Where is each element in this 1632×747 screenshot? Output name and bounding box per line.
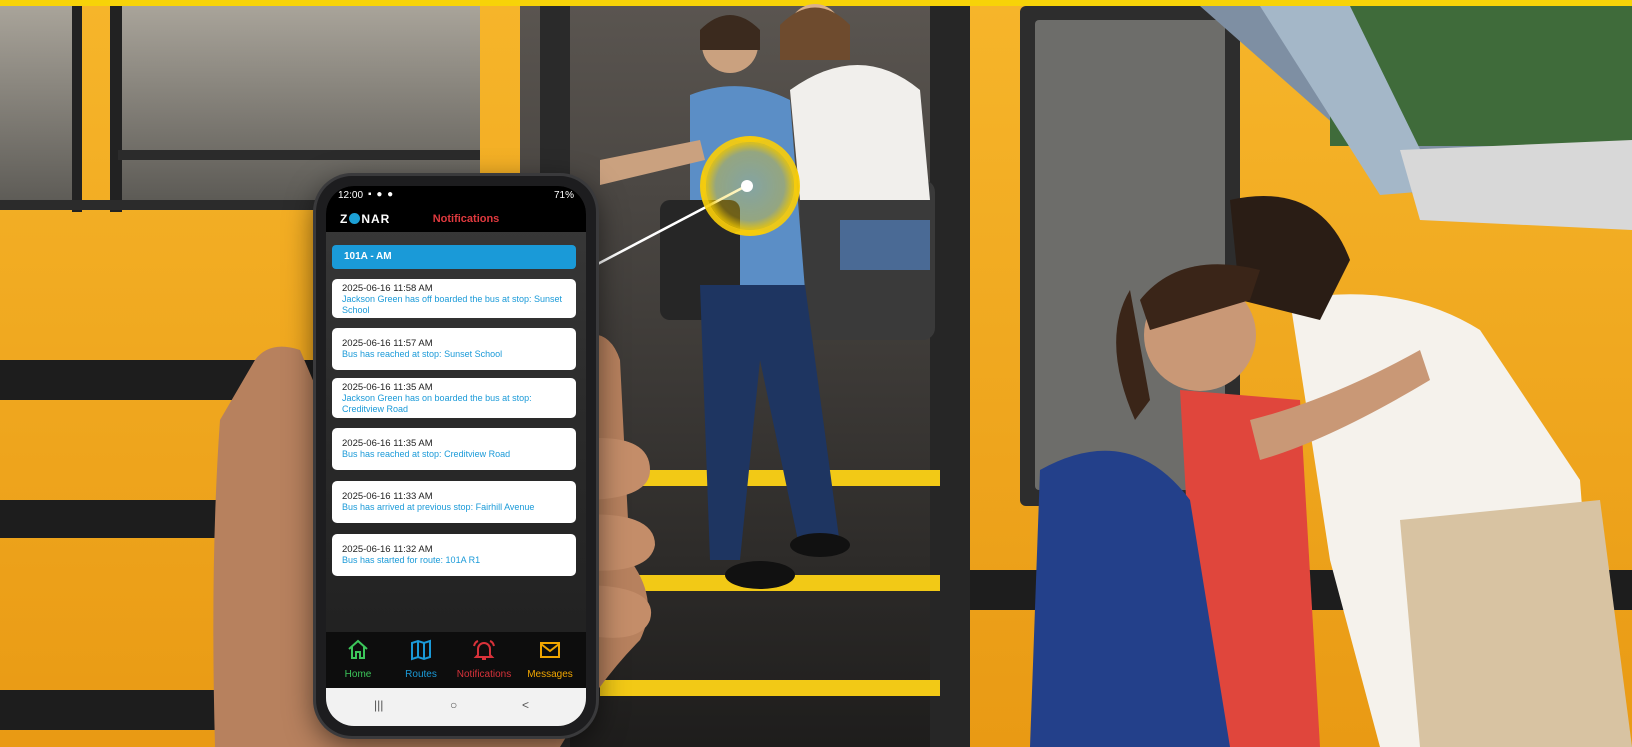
notification-message: Bus has reached at stop: Creditview Road (342, 449, 511, 459)
back-button[interactable]: < (522, 698, 529, 712)
route-selector[interactable]: 101A - AM (332, 245, 576, 269)
notification-time: 2025-06-16 11:58 AM (342, 283, 433, 294)
camera-notch (421, 186, 491, 204)
notification-card[interactable]: 2025-06-16 11:35 AM Bus has reached at s… (332, 428, 576, 470)
hero-scene: 12:00 ▪ ● ● 71% Z NAR Notifications 101A … (0, 0, 1632, 747)
map-icon (411, 639, 431, 661)
notification-card[interactable]: 2025-06-16 11:32 AM Bus has started for … (332, 534, 576, 576)
notification-message: Bus has arrived at previous stop: Fairhi… (342, 502, 535, 512)
notification-time: 2025-06-16 11:35 AM (342, 438, 433, 449)
notification-time: 2025-06-16 11:57 AM (342, 338, 433, 349)
home-icon (348, 639, 368, 659)
app-header: Z NAR Notifications (326, 206, 586, 232)
tab-label: Messages (527, 669, 573, 680)
phone-screen: 12:00 ▪ ● ● 71% Z NAR Notifications 101A … (326, 186, 586, 726)
notification-card[interactable]: 2025-06-16 11:33 AM Bus has arrived at p… (332, 481, 576, 523)
notification-message: Bus has reached at stop: Sunset School (342, 349, 503, 359)
notification-time: 2025-06-16 11:32 AM (342, 544, 433, 555)
system-nav-bar: ||| ○ < (326, 688, 586, 726)
school-bus-photo (0, 0, 1632, 747)
status-time: 12:00 (338, 190, 364, 201)
smartphone: 12:00 ▪ ● ● 71% Z NAR Notifications 101A … (316, 176, 596, 736)
home-button[interactable]: ○ (450, 698, 457, 712)
tab-label: Routes (405, 669, 437, 680)
status-icons: ▪ ● ● (368, 189, 395, 200)
notification-message: Jackson Green has on boarded the bus at … (342, 393, 532, 414)
notification-card[interactable]: 2025-06-16 11:35 AM Jackson Green has on… (332, 378, 576, 418)
envelope-icon (540, 642, 560, 658)
notification-card[interactable]: 2025-06-16 11:57 AM Bus has reached at s… (332, 328, 576, 370)
recents-button[interactable]: ||| (374, 698, 383, 712)
tab-routes[interactable]: Routes (391, 638, 451, 680)
bottom-tab-bar: Home Routes Notifications Messages (326, 632, 586, 688)
tab-notifications[interactable]: Notifications (454, 638, 514, 680)
page-title: Notifications (432, 213, 500, 225)
notification-message: Jackson Green has off boarded the bus at… (342, 294, 562, 315)
battery-level: 71% (553, 190, 574, 201)
notification-card[interactable]: 2025-06-16 11:58 AM Jackson Green has of… (332, 279, 576, 318)
tracking-dot (741, 180, 753, 192)
notification-time: 2025-06-16 11:33 AM (342, 491, 433, 502)
bell-icon (473, 640, 495, 660)
tab-home[interactable]: Home (328, 638, 388, 680)
notification-message: Bus has started for route: 101A R1 (342, 555, 481, 565)
notification-time: 2025-06-16 11:35 AM (342, 382, 433, 393)
tab-label: Home (344, 669, 372, 680)
tab-messages[interactable]: Messages (520, 638, 580, 680)
tab-label: Notifications (456, 669, 512, 680)
